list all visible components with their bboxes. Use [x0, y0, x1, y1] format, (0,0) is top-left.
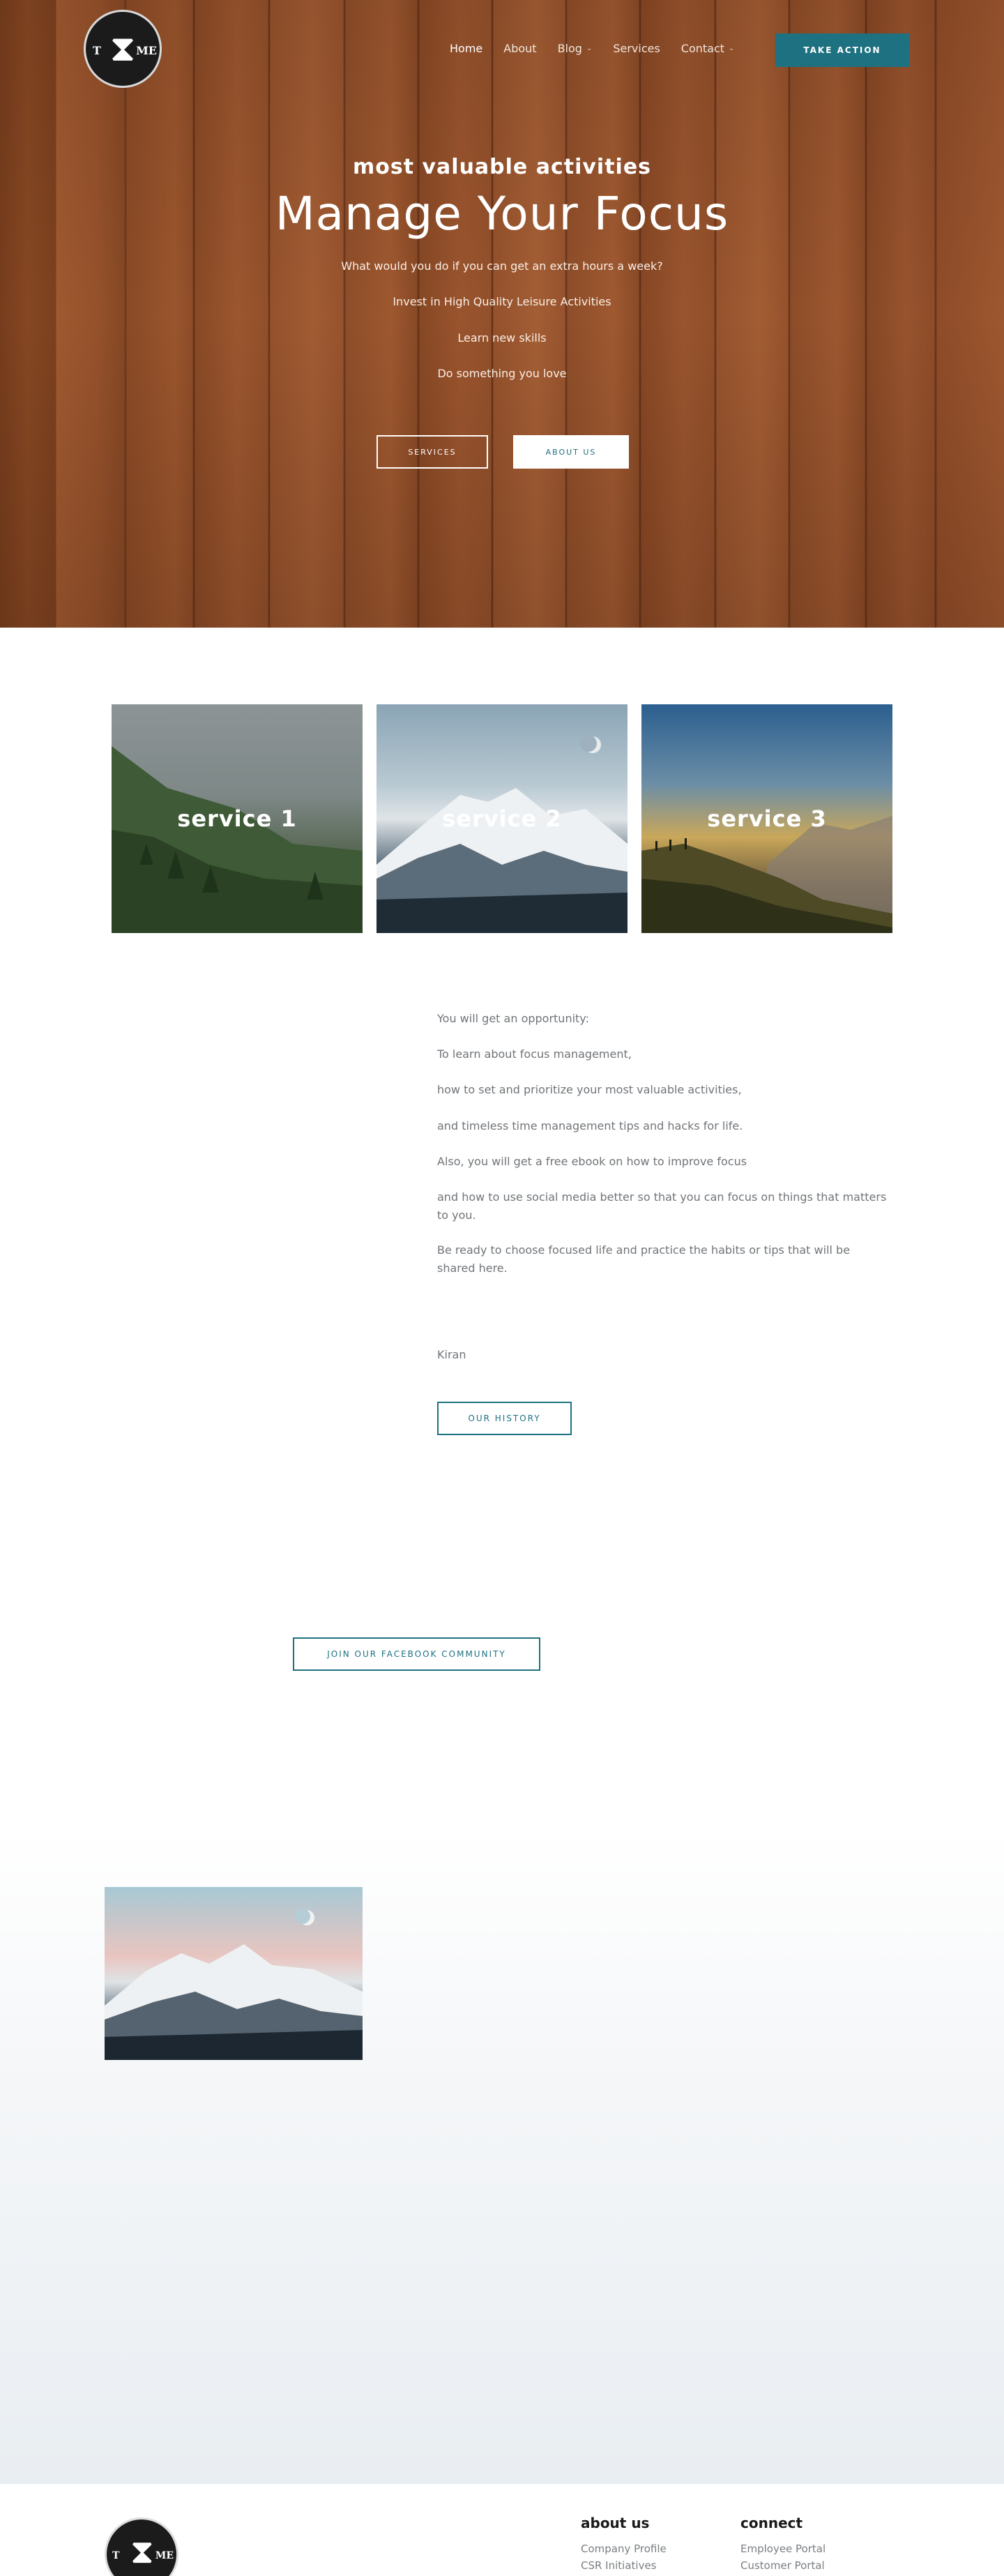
services-button[interactable]: SERVICES — [376, 435, 488, 469]
nav-item-services[interactable]: Services — [613, 42, 660, 55]
service-card-1[interactable]: service 1 — [112, 704, 363, 933]
nav-label: Home — [450, 42, 483, 55]
site-logo[interactable]: T ⧗ ME — [84, 10, 162, 88]
site-footer: T ⧗ ME about us Company Profile CSR Init… — [0, 2484, 1004, 2576]
nav-item-home[interactable]: Home — [450, 42, 482, 55]
logo-letter-right: ME — [155, 2550, 174, 2561]
hero-line: What would you do if you can get an extr… — [341, 259, 663, 273]
intro-paragraph: You will get an opportunity: — [437, 1012, 589, 1025]
nav-item-contact[interactable]: Contact ⌄ — [681, 42, 735, 55]
main-nav: Home About Blog ⌄ Services Contact ⌄ — [450, 42, 755, 55]
hero-line: Learn new skills — [457, 331, 547, 344]
nav-label: Services — [613, 42, 660, 55]
mountain-photo — [105, 1887, 363, 2060]
nav-label: About — [503, 42, 537, 55]
intro-paragraph: and timeless time management tips and ha… — [437, 1119, 743, 1132]
about-us-button[interactable]: ABOUT US — [513, 435, 629, 469]
footer-about-heading: about us — [581, 2515, 650, 2531]
service-card-label: service 1 — [177, 805, 297, 832]
footer-link-customer-portal[interactable]: Customer Portal — [740, 2559, 825, 2572]
take-action-button[interactable]: TAKE ACTION — [775, 33, 909, 67]
chevron-down-icon: ⌄ — [729, 45, 735, 52]
footer-link-company-profile[interactable]: Company Profile — [581, 2543, 667, 2555]
nav-label: Blog — [557, 42, 582, 55]
footer-connect-heading: connect — [740, 2515, 803, 2531]
nav-item-blog[interactable]: Blog ⌄ — [558, 42, 593, 55]
hourglass-icon: ⧗ — [109, 28, 136, 70]
footer-link-csr[interactable]: CSR Initiatives — [581, 2559, 657, 2572]
logo-letter-right: ME — [136, 44, 157, 57]
our-history-button[interactable]: OUR HISTORY — [437, 1402, 572, 1435]
service-card-3[interactable]: service 3 — [641, 704, 892, 933]
hero-subtitle: most valuable activities — [352, 155, 652, 179]
footer-logo[interactable]: T ⧗ ME — [105, 2517, 178, 2576]
service-card-label: service 3 — [707, 805, 827, 832]
intro-paragraph: and how to use social media better so th… — [437, 1190, 887, 1222]
service-card-label: service 2 — [442, 805, 562, 832]
snowy-mountain-image — [105, 1909, 363, 2060]
hero-line: Do something you love — [437, 367, 567, 380]
author-signature: Kiran — [437, 1348, 466, 1361]
logo-letter-left: T — [93, 44, 101, 57]
intro-paragraph: Also, you will get a free ebook on how t… — [437, 1155, 747, 1168]
intro-paragraph: To learn about focus management, — [437, 1047, 632, 1061]
chevron-down-icon: ⌄ — [586, 45, 593, 52]
service-card-2[interactable]: service 2 — [376, 704, 628, 933]
footer-link-employee-portal[interactable]: Employee Portal — [740, 2543, 826, 2555]
facebook-community-button[interactable]: JOIN OUR FACEBOOK COMMUNITY — [293, 1637, 540, 1671]
nav-label: Contact — [680, 42, 725, 55]
logo-letter-left: T — [112, 2550, 120, 2561]
hourglass-icon: ⧗ — [130, 2532, 154, 2571]
intro-paragraph: Be ready to choose focused life and prac… — [437, 1243, 851, 1275]
hero-line: Invest in High Quality Leisure Activitie… — [393, 295, 611, 308]
hero-title: Manage Your Focus — [275, 187, 729, 241]
hero-section: T ⧗ ME Home About Blog ⌄ Services Contact… — [0, 0, 1004, 628]
intro-paragraph: how to set and prioritize your most valu… — [437, 1083, 742, 1096]
nav-item-about[interactable]: About — [503, 42, 536, 55]
